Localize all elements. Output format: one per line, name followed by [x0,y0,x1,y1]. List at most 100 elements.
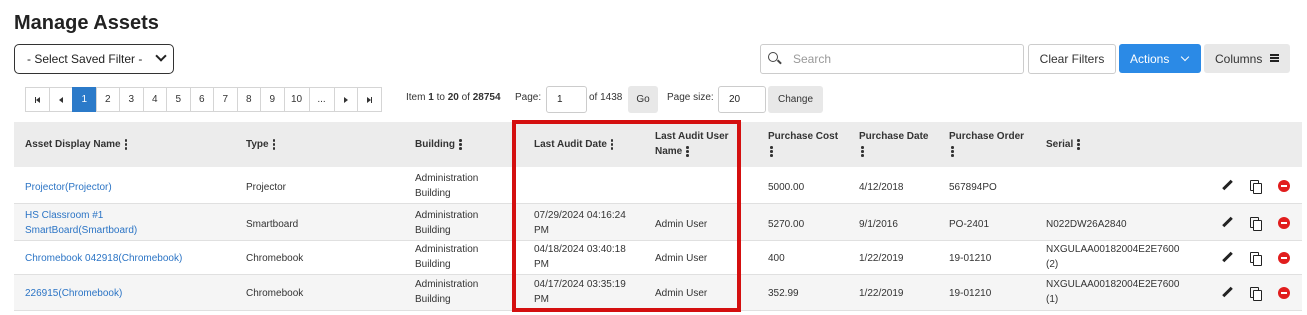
page-button-3[interactable]: 3 [119,87,144,112]
page-size-label: Page size: [667,92,714,103]
prev-page-button[interactable] [48,87,73,112]
saved-filter-select[interactable]: - Select Saved Filter - [14,44,174,74]
asset-building: Administration Building [415,277,478,307]
asset-name-line1[interactable]: HS Classroom #1 [25,208,137,223]
asset-building: Administration Building [415,208,478,238]
delete-icon[interactable] [1278,217,1290,229]
purchase-order: PO-2401 [949,219,990,230]
header-purchase-order[interactable]: Purchase Order [949,129,1024,159]
columns-label: Columns [1215,51,1263,66]
asset-name-link[interactable]: Chromebook 042918(Chromebook) [25,251,182,266]
serial-line2: (2) [1046,259,1059,270]
last-audit-user: Admin User [655,253,708,264]
asset-building: Administration Building [415,171,478,201]
purchase-order: 567894PO [949,182,997,193]
item-to: 20 [447,92,459,103]
pencil-icon[interactable] [1221,252,1233,264]
header-purchase-date[interactable]: Purchase Date [859,129,928,159]
delete-icon[interactable] [1278,287,1290,299]
header-purchase-cost-label: Purchase Cost [768,131,839,142]
item-total: 28754 [472,92,501,103]
asset-name-link[interactable]: Projector(Projector) [25,180,112,195]
kebab-menu-icon[interactable] [1077,139,1080,150]
header-last-audit-date[interactable]: Last Audit Date [534,137,614,152]
header-serial-label: Serial [1046,139,1074,150]
page-button-6[interactable]: 6 [189,87,214,112]
table-row[interactable]: 226915(Chromebook) Chromebook Administra… [14,275,1302,311]
asset-name-line2[interactable]: SmartBoard(Smartboard) [25,223,137,238]
last-page-button[interactable] [357,87,382,112]
kebab-menu-icon[interactable] [124,139,128,150]
next-page-button[interactable] [333,87,358,112]
copy-icon[interactable] [1250,180,1262,194]
building-line1: Administration [415,279,479,290]
audit-date-line1: 04/17/2024 03:35:19 [534,279,626,290]
first-page-button[interactable] [25,87,50,112]
header-last-audit-user-line2: Name [655,146,683,157]
table-header: Asset Display Name Type Building Last Au… [14,122,1302,167]
purchase-cost: 400 [768,253,785,264]
pencil-icon[interactable] [1221,217,1233,229]
asset-type: Chromebook [246,288,304,299]
header-building[interactable]: Building [415,137,462,152]
copy-icon[interactable] [1250,287,1262,301]
page-title: Manage Assets [14,12,159,34]
search-input[interactable] [793,52,1013,66]
serial-line2: (1) [1046,294,1059,305]
pencil-icon[interactable] [1221,287,1233,299]
page-button-10[interactable]: 10 [283,87,310,112]
page-ellipsis-button[interactable]: ... [308,87,335,112]
page-size-input[interactable]: 20 [718,86,766,113]
page-button-5[interactable]: 5 [166,87,191,112]
delete-icon[interactable] [1278,180,1290,192]
kebab-menu-icon[interactable] [861,146,864,157]
header-serial[interactable]: Serial [1046,137,1080,152]
header-type[interactable]: Type [246,137,276,152]
columns-button[interactable]: Columns [1204,44,1290,73]
delete-icon[interactable] [1278,252,1290,264]
audit-date-line2: PM [534,259,549,270]
page-button-8[interactable]: 8 [236,87,261,112]
building-line2: Building [415,294,451,305]
purchase-order: 19-01210 [949,253,992,264]
search-box[interactable] [760,44,1024,74]
table-row[interactable]: Projector(Projector) Projector Administr… [14,167,1302,204]
serial-line1: NXGULAA00182004E2E7600 [1046,244,1180,255]
copy-icon[interactable] [1250,217,1262,231]
purchase-date: 1/22/2019 [859,288,904,299]
kebab-menu-icon[interactable] [459,139,462,150]
header-last-audit-user-line1: Last Audit User [655,131,729,142]
purchase-cost: 5000.00 [768,182,805,193]
header-last-audit-user[interactable]: Last Audit User Name [655,129,729,159]
copy-icon[interactable] [1250,252,1262,266]
header-asset-name[interactable]: Asset Display Name [25,137,128,152]
kebab-menu-icon[interactable] [770,146,773,157]
page-button-9[interactable]: 9 [260,87,285,112]
kebab-menu-icon[interactable] [951,146,954,157]
table-row[interactable]: Chromebook 042918(Chromebook) Chromebook… [14,241,1302,275]
change-button[interactable]: Change [768,86,823,113]
page-button-4[interactable]: 4 [142,87,167,112]
page-button-1[interactable]: 1 [72,87,97,112]
page-button-7[interactable]: 7 [213,87,238,112]
kebab-menu-icon[interactable] [610,139,614,150]
serial-line1: NXGULAA00182004E2E7600 [1046,279,1180,290]
page-button-2[interactable]: 2 [95,87,120,112]
item-of-word: of [458,92,473,103]
audit-date-line2: PM [534,294,549,305]
kebab-menu-icon[interactable] [272,139,276,150]
header-purchase-cost[interactable]: Purchase Cost [768,129,838,159]
go-button[interactable]: Go [628,86,658,113]
pencil-icon[interactable] [1221,180,1233,192]
clear-filters-button[interactable]: Clear Filters [1028,44,1116,74]
building-line1: Administration [415,173,479,184]
asset-name-link[interactable]: 226915(Chromebook) [25,286,122,301]
item-prefix: Item [406,92,429,103]
saved-filter-value: - Select Saved Filter - [27,52,143,66]
kebab-menu-icon[interactable] [686,146,689,157]
page-number-input[interactable]: 1 [546,86,587,113]
table-row[interactable]: HS Classroom #1 SmartBoard(Smartboard) Sm… [14,204,1302,241]
actions-button[interactable]: Actions [1119,44,1201,73]
audit-date-line2: PM [534,225,549,236]
asset-name-link[interactable]: HS Classroom #1 SmartBoard(Smartboard) [25,208,137,238]
